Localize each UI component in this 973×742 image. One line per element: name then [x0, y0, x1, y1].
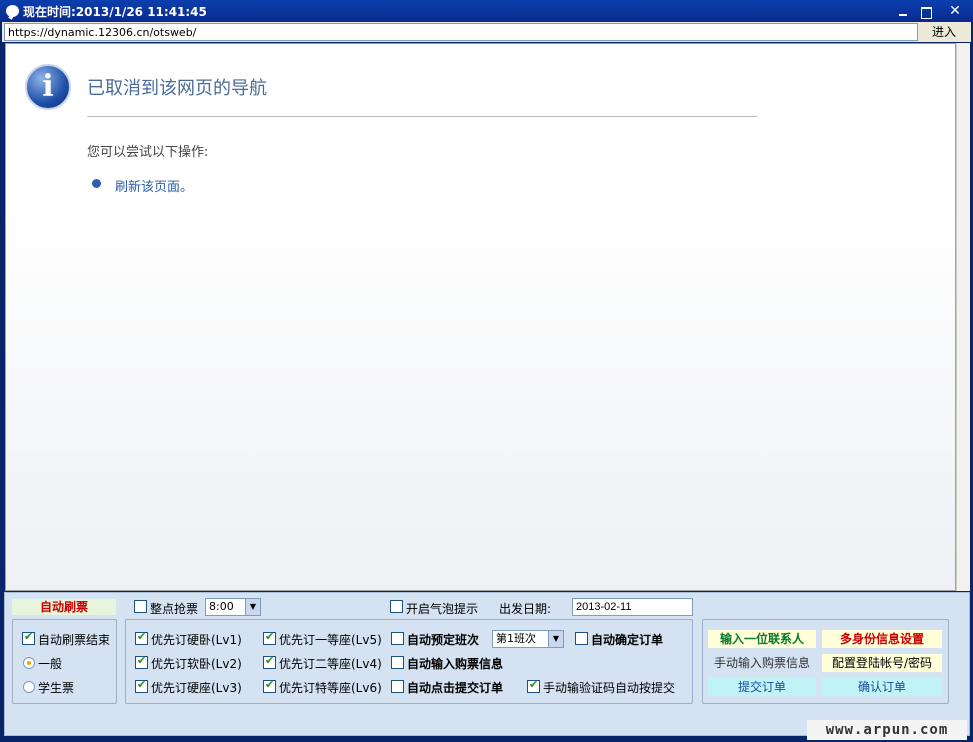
auto-input-label: 自动输入购票信息 [407, 657, 504, 671]
url-input[interactable] [4, 23, 918, 41]
refresh-page-link[interactable]: 刷新该页面。 [115, 176, 193, 195]
auto-confirm-checkbox[interactable] [575, 632, 588, 645]
auto-book-train-label: 自动预定班次 [407, 633, 480, 647]
date-label: 出发日期: [499, 602, 552, 616]
captcha-submit-checkbox[interactable] [527, 678, 540, 693]
seat-premium-class-label: 优先订特等座(Lv6) [279, 681, 382, 695]
refresh-end-checkbox[interactable] [22, 630, 35, 645]
chevron-down-icon[interactable]: ▼ [245, 599, 260, 615]
chevron-down-icon[interactable]: ▼ [548, 631, 563, 647]
ticket-type-student-label: 学生票 [38, 681, 75, 695]
auto-input-checkbox[interactable] [391, 656, 404, 669]
browser-content: i 已取消到该网页的导航 您可以尝试以下操作: 刷新该页面。 [5, 43, 956, 591]
manual-input-button[interactable]: 手动输入购票信息 [708, 654, 816, 672]
bubble-tip-checkbox[interactable] [390, 600, 403, 613]
seat-soft-sleeper-checkbox[interactable] [135, 654, 148, 669]
confirm-order-button[interactable]: 确认订单 [822, 678, 942, 696]
seat-second-class-checkbox[interactable] [263, 654, 276, 669]
bullet-icon [92, 179, 101, 188]
bubble-tip-label: 开启气泡提示 [406, 602, 479, 616]
window-title: 现在时间:2013/1/26 11:41:45 [23, 5, 207, 19]
divider [87, 116, 757, 117]
go-button[interactable]: 进入 [920, 22, 968, 42]
multi-identity-button[interactable]: 多身份信息设置 [822, 630, 942, 648]
minimize-button[interactable] [893, 3, 913, 20]
scroll-up-button[interactable] [957, 43, 971, 57]
config-account-button[interactable]: 配置登陆帐号/密码 [822, 654, 942, 672]
ticket-type-normal-label: 一般 [38, 657, 63, 671]
refresh-end-label: 自动刷票结束 [38, 633, 111, 647]
seat-hard-seat-checkbox[interactable] [135, 678, 148, 693]
seat-soft-sleeper-label: 优先订软卧(Lv2) [151, 657, 242, 671]
watermark: www.arpun.com [807, 720, 967, 740]
control-panel: 自动刷票 整点抢票 8:00 ▼ 开启气泡提示 出发日期: 自动刷票结束 一般 … [4, 592, 970, 736]
date-input[interactable] [572, 598, 693, 616]
add-contact-button[interactable]: 输入一位联系人 [708, 630, 816, 648]
auto-submit-label: 自动点击提交订单 [407, 681, 504, 695]
seat-premium-class-checkbox[interactable] [263, 678, 276, 693]
info-icon: i [25, 64, 71, 110]
ticket-type-student-radio[interactable] [23, 681, 35, 693]
auto-book-train-checkbox[interactable] [391, 632, 404, 645]
auto-submit-checkbox[interactable] [391, 680, 404, 693]
auto-refresh-button[interactable]: 自动刷票 [12, 599, 116, 615]
auto-confirm-label: 自动确定订单 [591, 633, 664, 647]
submit-order-button[interactable]: 提交订单 [708, 678, 816, 696]
actions-group: 输入一位联系人 多身份信息设置 手动输入购票信息 配置登陆帐号/密码 提交订单 … [702, 619, 949, 704]
seat-hard-sleeper-checkbox[interactable] [135, 630, 148, 645]
close-button[interactable]: ✕ [945, 3, 965, 20]
address-bar: 进入 [2, 22, 971, 42]
seat-first-class-checkbox[interactable] [263, 630, 276, 645]
on-the-hour-label: 整点抢票 [150, 602, 199, 616]
seat-hard-sleeper-label: 优先订硬卧(Lv1) [151, 633, 242, 647]
refresh-options-group: 自动刷票结束 一般 学生票 [12, 619, 117, 704]
train-select-value: 第1班次 [496, 632, 536, 645]
on-the-hour-checkbox[interactable] [134, 600, 147, 613]
seat-hard-seat-label: 优先订硬座(Lv3) [151, 681, 242, 695]
time-select-value: 8:00 [209, 600, 234, 613]
seat-second-class-label: 优先订二等座(Lv4) [279, 657, 382, 671]
time-select[interactable]: 8:00 ▼ [205, 598, 261, 616]
chat-bubble-icon [6, 5, 19, 17]
error-title: 已取消到该网页的导航 [87, 78, 267, 99]
ticket-type-normal-radio[interactable] [23, 657, 35, 669]
title-bar: 现在时间:2013/1/26 11:41:45 ✕ [0, 0, 973, 22]
seat-first-class-label: 优先订一等座(Lv5) [279, 633, 382, 647]
maximize-button[interactable] [916, 3, 936, 20]
train-select[interactable]: 第1班次 ▼ [492, 630, 564, 648]
vertical-scrollbar[interactable] [956, 43, 970, 591]
captcha-submit-label: 手动输验证码自动按提交 [543, 681, 676, 695]
seat-options-group: 优先订硬卧(Lv1) 优先订软卧(Lv2) 优先订硬座(Lv3) 优先订一等座(… [125, 619, 693, 704]
suggestion-text: 您可以尝试以下操作: [87, 145, 209, 160]
